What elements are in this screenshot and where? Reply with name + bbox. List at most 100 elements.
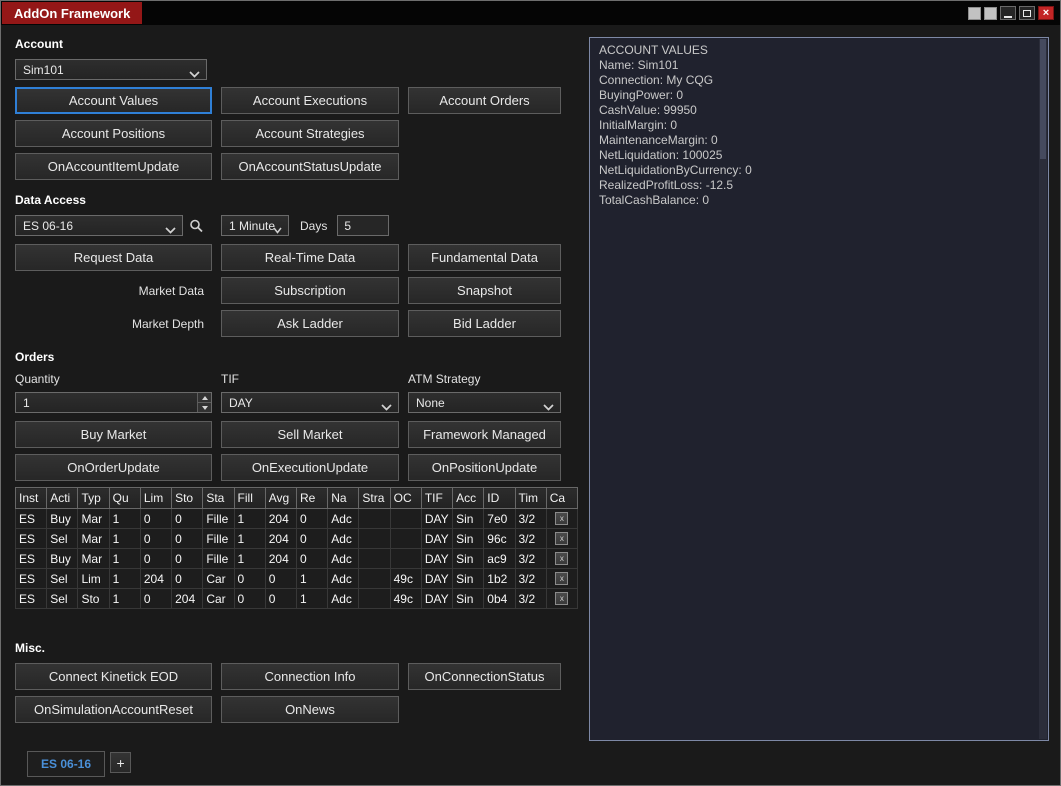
subscription-button[interactable]: Subscription: [221, 277, 399, 304]
spinner-arrows: [197, 393, 211, 412]
orders-column-header[interactable]: Qu: [109, 488, 140, 509]
atm-strategy-selector[interactable]: None: [408, 392, 561, 413]
quantity-label: Quantity: [15, 372, 212, 386]
instrument-selector[interactable]: ES 06-16: [15, 215, 183, 236]
on-position-update-button[interactable]: OnPositionUpdate: [408, 454, 561, 481]
order-cell: 0: [265, 569, 296, 589]
log-line: CashValue: 99950: [599, 103, 1039, 118]
interval-selector[interactable]: 1 Minute: [221, 215, 289, 236]
cancel-order-button[interactable]: x: [555, 532, 568, 545]
cancel-order-button[interactable]: x: [555, 552, 568, 565]
orders-table: InstActiTypQuLimStoStaFillAvgReNaStraOCT…: [15, 487, 578, 609]
orders-column-header[interactable]: Avg: [265, 488, 296, 509]
title-bar[interactable]: AddOn Framework ×: [1, 1, 1060, 25]
order-cell: Mar: [78, 529, 109, 549]
interval-link-icon[interactable]: [984, 7, 997, 20]
account-executions-button[interactable]: Account Executions: [221, 87, 399, 114]
on-account-item-update-button[interactable]: OnAccountItemUpdate: [15, 153, 212, 180]
snapshot-button[interactable]: Snapshot: [408, 277, 561, 304]
orders-column-header[interactable]: Lim: [140, 488, 171, 509]
orders-column-header[interactable]: Re: [296, 488, 327, 509]
buy-market-button[interactable]: Buy Market: [15, 421, 212, 448]
tif-selector-value: DAY: [229, 396, 253, 410]
maximize-button[interactable]: [1019, 6, 1035, 20]
order-cell: 1: [109, 569, 140, 589]
order-cell: 204: [172, 589, 203, 609]
framework-managed-button[interactable]: Framework Managed: [408, 421, 561, 448]
account-positions-button[interactable]: Account Positions: [15, 120, 212, 147]
spinner-down-button[interactable]: [198, 402, 211, 412]
quantity-input[interactable]: [17, 394, 187, 411]
sell-market-button[interactable]: Sell Market: [221, 421, 399, 448]
order-cell: 96c: [484, 529, 515, 549]
order-cell: 0: [234, 569, 265, 589]
order-cell: 0: [296, 529, 327, 549]
log-scrollbar[interactable]: [1039, 39, 1047, 739]
orders-column-header[interactable]: Fill: [234, 488, 265, 509]
cancel-order-button[interactable]: x: [555, 592, 568, 605]
cancel-order-button[interactable]: x: [555, 572, 568, 585]
connection-info-button[interactable]: Connection Info: [221, 663, 399, 690]
orders-column-header[interactable]: Acc: [453, 488, 484, 509]
tab-es-06-16[interactable]: ES 06-16: [27, 751, 105, 777]
real-time-data-button[interactable]: Real-Time Data: [221, 244, 399, 271]
orders-column-header[interactable]: Sto: [172, 488, 203, 509]
account-orders-button[interactable]: Account Orders: [408, 87, 561, 114]
orders-column-header[interactable]: TIF: [421, 488, 452, 509]
order-cell: Sin: [453, 569, 484, 589]
tab-strip: ES 06-16 +: [27, 751, 131, 777]
chevron-down-icon: [273, 223, 282, 236]
order-cell: Sin: [453, 529, 484, 549]
orders-column-header[interactable]: Ca: [546, 488, 577, 509]
log-line: RealizedProfitLoss: -12.5: [599, 178, 1039, 193]
tif-selector[interactable]: DAY: [221, 392, 399, 413]
orders-column-header[interactable]: OC: [390, 488, 421, 509]
order-row: ESSelMar100Fille12040AdcDAYSin96c3/2x: [16, 529, 578, 549]
minimize-button[interactable]: [1000, 6, 1016, 20]
orders-column-header[interactable]: Sta: [203, 488, 234, 509]
minimize-icon: [1004, 16, 1012, 18]
order-cell: Sel: [47, 569, 78, 589]
order-cell: ES: [16, 509, 47, 529]
request-data-button[interactable]: Request Data: [15, 244, 212, 271]
connect-kinetick-eod-button[interactable]: Connect Kinetick EOD: [15, 663, 212, 690]
order-cell: 0: [172, 569, 203, 589]
bid-ladder-button[interactable]: Bid Ladder: [408, 310, 561, 337]
days-input[interactable]: [337, 215, 389, 236]
search-icon[interactable]: [188, 218, 204, 234]
account-values-button[interactable]: Account Values: [15, 87, 212, 114]
close-button[interactable]: ×: [1038, 6, 1054, 20]
account-strategies-button[interactable]: Account Strategies: [221, 120, 399, 147]
orders-column-header[interactable]: Na: [328, 488, 359, 509]
orders-column-header[interactable]: Typ: [78, 488, 109, 509]
fundamental-data-button[interactable]: Fundamental Data: [408, 244, 561, 271]
add-tab-button[interactable]: +: [110, 752, 131, 773]
log-line: NetLiquidation: 100025: [599, 148, 1039, 163]
orders-column-header[interactable]: Stra: [359, 488, 390, 509]
order-cell: 204: [265, 549, 296, 569]
order-cell: DAY: [421, 509, 452, 529]
on-execution-update-button[interactable]: OnExecutionUpdate: [221, 454, 399, 481]
orders-column-header[interactable]: Acti: [47, 488, 78, 509]
order-cell: ES: [16, 589, 47, 609]
instrument-selector-value: ES 06-16: [23, 219, 73, 233]
on-connection-status-button[interactable]: OnConnectionStatus: [408, 663, 561, 690]
orders-column-header[interactable]: ID: [484, 488, 515, 509]
cancel-order-button[interactable]: x: [555, 512, 568, 525]
orders-column-header[interactable]: Inst: [16, 488, 47, 509]
order-cell: Buy: [47, 549, 78, 569]
log-line: Name: Sim101: [599, 58, 1039, 73]
ask-ladder-button[interactable]: Ask Ladder: [221, 310, 399, 337]
order-cell: Car: [203, 589, 234, 609]
orders-column-header[interactable]: Tim: [515, 488, 546, 509]
on-order-update-button[interactable]: OnOrderUpdate: [15, 454, 212, 481]
order-cell: [359, 509, 390, 529]
on-news-button[interactable]: OnNews: [221, 696, 399, 723]
spinner-up-button[interactable]: [198, 393, 211, 402]
instrument-link-icon[interactable]: [968, 7, 981, 20]
on-simulation-account-reset-button[interactable]: OnSimulationAccountReset: [15, 696, 212, 723]
account-selector[interactable]: Sim101: [15, 59, 207, 80]
log-scrollbar-thumb[interactable]: [1040, 39, 1046, 159]
quantity-stepper[interactable]: [15, 392, 212, 413]
on-account-status-update-button[interactable]: OnAccountStatusUpdate: [221, 153, 399, 180]
